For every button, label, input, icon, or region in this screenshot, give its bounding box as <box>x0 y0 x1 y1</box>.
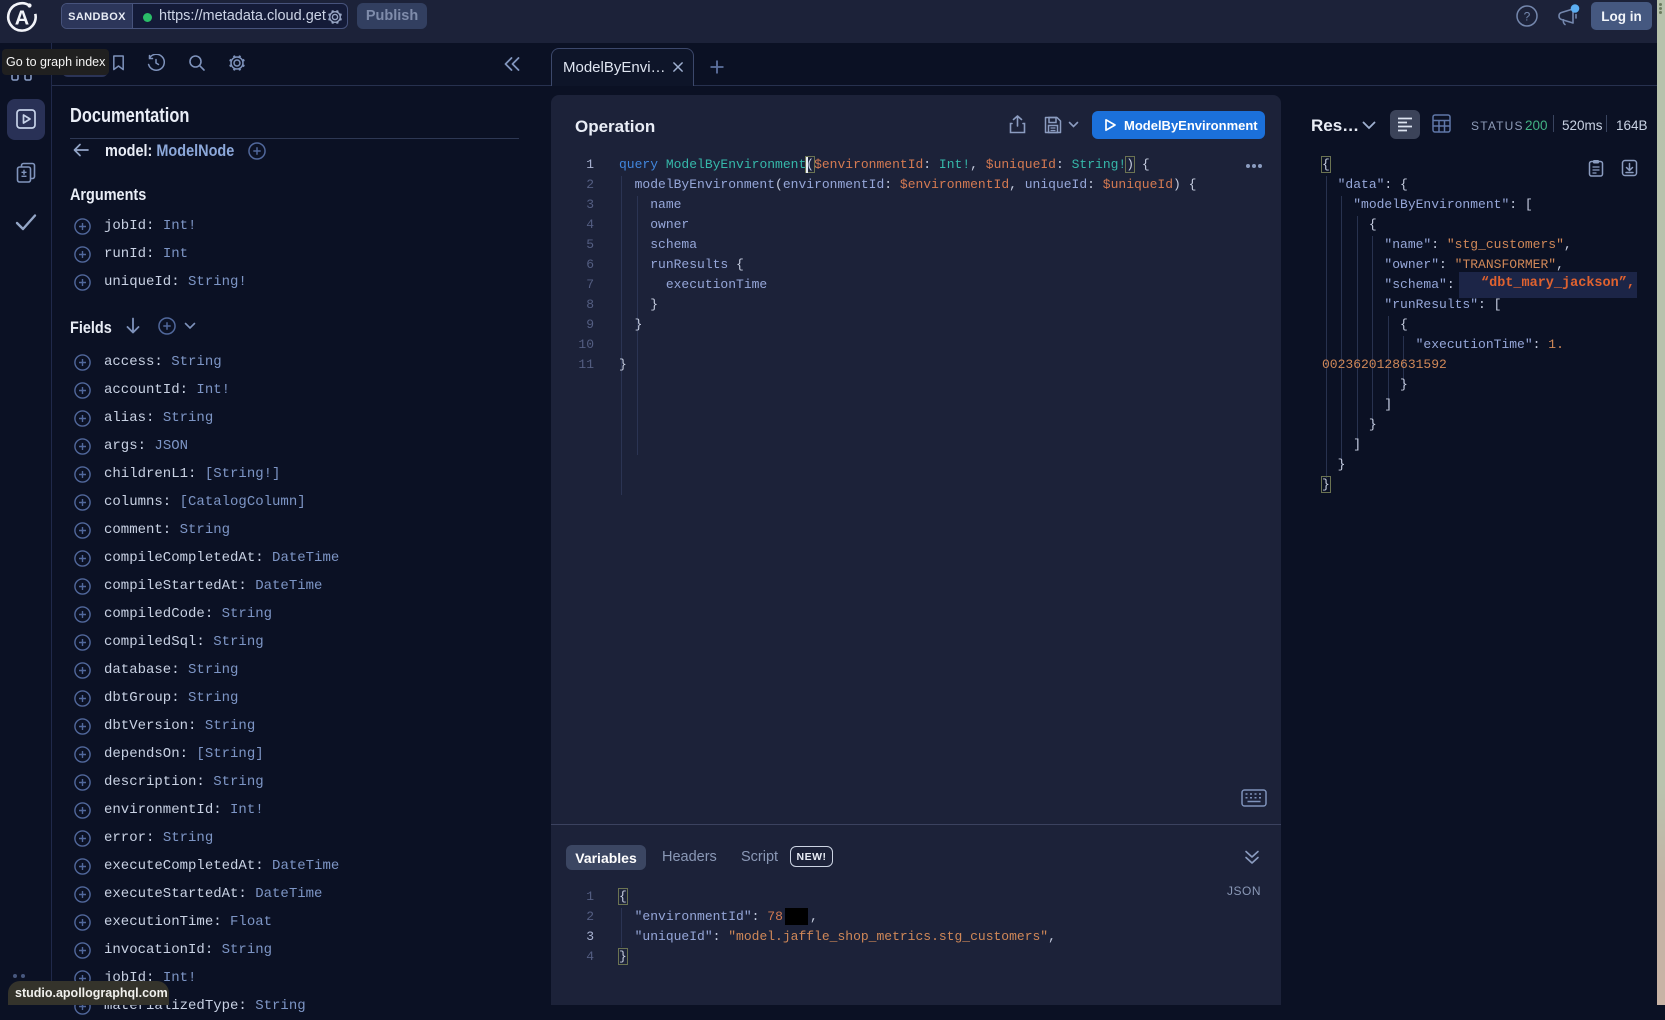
svg-text:?: ? <box>1524 10 1531 24</box>
svg-text:A: A <box>15 8 29 30</box>
